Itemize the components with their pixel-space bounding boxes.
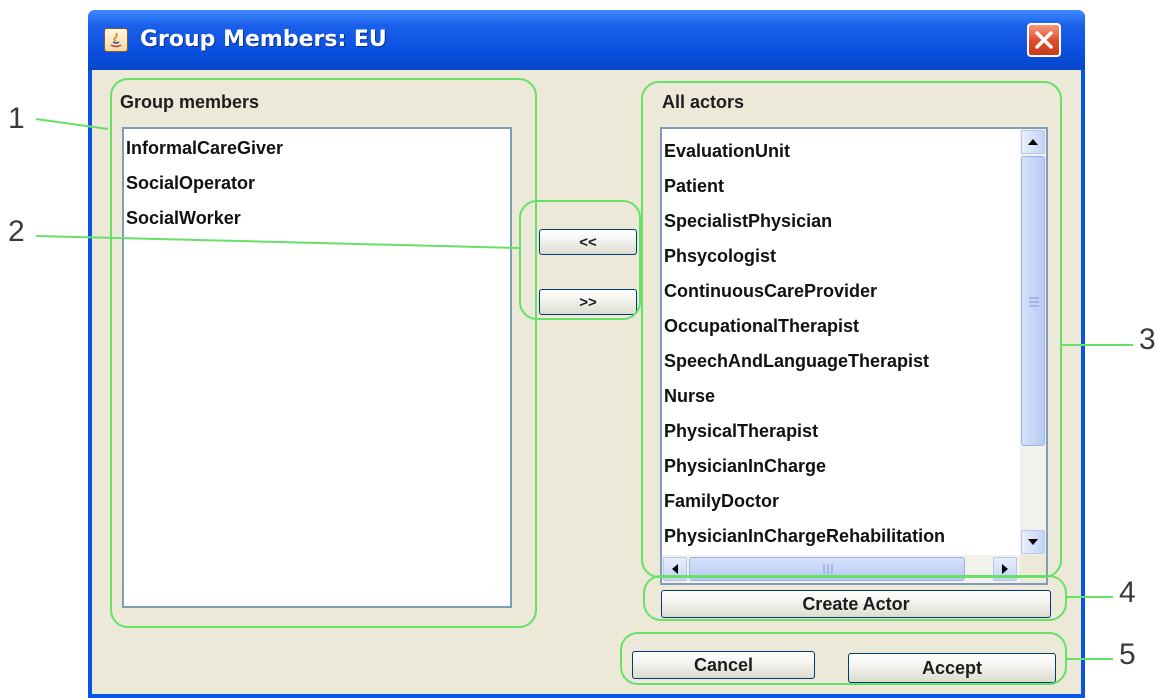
callout-number: 4 [1119, 576, 1136, 609]
callout-number: 2 [8, 215, 25, 248]
callout-number: 1 [8, 102, 25, 135]
callout-lines [35, 118, 1133, 660]
callout-number: 3 [1139, 323, 1156, 356]
callout-number: 5 [1119, 638, 1136, 671]
